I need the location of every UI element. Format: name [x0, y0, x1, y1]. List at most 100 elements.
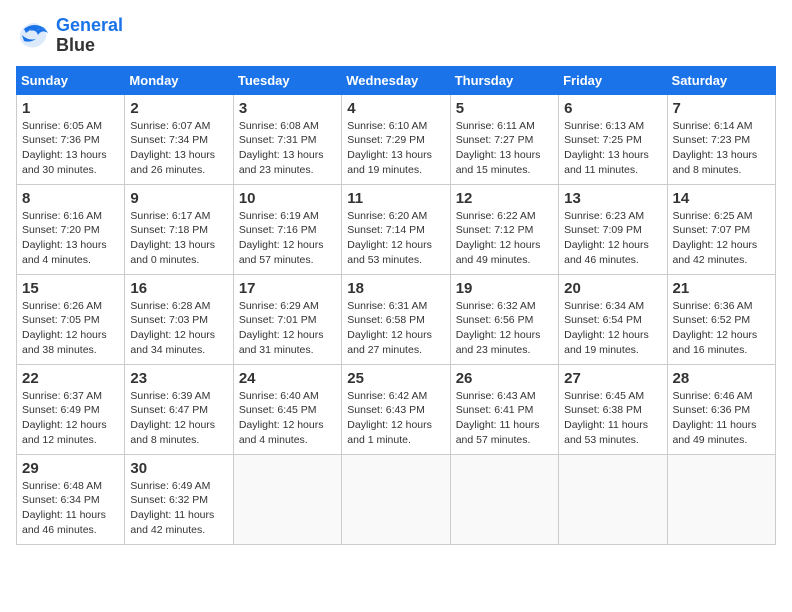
weekday-header-tuesday: Tuesday: [233, 66, 341, 94]
day-info: Sunrise: 6:31 AM Sunset: 6:58 PM Dayligh…: [347, 299, 444, 358]
day-number: 6: [564, 100, 661, 117]
calendar-cell: [667, 454, 775, 544]
day-number: 17: [239, 280, 336, 297]
day-number: 10: [239, 190, 336, 207]
day-number: 22: [22, 370, 119, 387]
day-info: Sunrise: 6:37 AM Sunset: 6:49 PM Dayligh…: [22, 389, 119, 448]
calendar-cell: 26 Sunrise: 6:43 AM Sunset: 6:41 PM Dayli…: [450, 364, 558, 454]
day-info: Sunrise: 6:20 AM Sunset: 7:14 PM Dayligh…: [347, 209, 444, 268]
day-info: Sunrise: 6:23 AM Sunset: 7:09 PM Dayligh…: [564, 209, 661, 268]
day-number: 9: [130, 190, 227, 207]
weekday-header-wednesday: Wednesday: [342, 66, 450, 94]
calendar-cell: 15 Sunrise: 6:26 AM Sunset: 7:05 PM Dayli…: [17, 274, 125, 364]
calendar-cell: 23 Sunrise: 6:39 AM Sunset: 6:47 PM Dayli…: [125, 364, 233, 454]
weekday-header-saturday: Saturday: [667, 66, 775, 94]
calendar-cell: 10 Sunrise: 6:19 AM Sunset: 7:16 PM Dayli…: [233, 184, 341, 274]
weekday-header-monday: Monday: [125, 66, 233, 94]
calendar-table: SundayMondayTuesdayWednesdayThursdayFrid…: [16, 66, 776, 545]
day-info: Sunrise: 6:34 AM Sunset: 6:54 PM Dayligh…: [564, 299, 661, 358]
weekday-header-sunday: Sunday: [17, 66, 125, 94]
logo-name: General Blue: [56, 16, 123, 56]
weekday-header-friday: Friday: [559, 66, 667, 94]
calendar-cell: 19 Sunrise: 6:32 AM Sunset: 6:56 PM Dayli…: [450, 274, 558, 364]
day-info: Sunrise: 6:29 AM Sunset: 7:01 PM Dayligh…: [239, 299, 336, 358]
day-info: Sunrise: 6:10 AM Sunset: 7:29 PM Dayligh…: [347, 119, 444, 178]
day-number: 16: [130, 280, 227, 297]
day-number: 11: [347, 190, 444, 207]
calendar-cell: 25 Sunrise: 6:42 AM Sunset: 6:43 PM Dayli…: [342, 364, 450, 454]
day-info: Sunrise: 6:45 AM Sunset: 6:38 PM Dayligh…: [564, 389, 661, 448]
calendar-cell: 30 Sunrise: 6:49 AM Sunset: 6:32 PM Dayli…: [125, 454, 233, 544]
calendar-cell: 12 Sunrise: 6:22 AM Sunset: 7:12 PM Dayli…: [450, 184, 558, 274]
calendar-cell: 8 Sunrise: 6:16 AM Sunset: 7:20 PM Daylig…: [17, 184, 125, 274]
day-number: 8: [22, 190, 119, 207]
calendar-cell: 3Sunrise: 6:08 AM Sunset: 7:31 PM Daylig…: [233, 94, 341, 184]
calendar-cell: 13 Sunrise: 6:23 AM Sunset: 7:09 PM Dayli…: [559, 184, 667, 274]
day-number: 3: [239, 100, 336, 117]
calendar-cell: 29Sunrise: 6:48 AM Sunset: 6:34 PM Dayli…: [17, 454, 125, 544]
day-info: Sunrise: 6:40 AM Sunset: 6:45 PM Dayligh…: [239, 389, 336, 448]
calendar-cell: 14 Sunrise: 6:25 AM Sunset: 7:07 PM Dayli…: [667, 184, 775, 274]
day-info: Sunrise: 6:36 AM Sunset: 6:52 PM Dayligh…: [673, 299, 770, 358]
day-info: Sunrise: 6:05 AM Sunset: 7:36 PM Dayligh…: [22, 119, 119, 178]
day-number: 14: [673, 190, 770, 207]
day-number: 1: [22, 100, 119, 117]
day-info: Sunrise: 6:19 AM Sunset: 7:16 PM Dayligh…: [239, 209, 336, 268]
calendar-cell: 18 Sunrise: 6:31 AM Sunset: 6:58 PM Dayli…: [342, 274, 450, 364]
day-number: 28: [673, 370, 770, 387]
calendar-cell: [559, 454, 667, 544]
day-info: Sunrise: 6:43 AM Sunset: 6:41 PM Dayligh…: [456, 389, 553, 448]
day-info: Sunrise: 6:46 AM Sunset: 6:36 PM Dayligh…: [673, 389, 770, 448]
weekday-header-thursday: Thursday: [450, 66, 558, 94]
day-number: 20: [564, 280, 661, 297]
day-number: 25: [347, 370, 444, 387]
day-info: Sunrise: 6:17 AM Sunset: 7:18 PM Dayligh…: [130, 209, 227, 268]
calendar-cell: 4 Sunrise: 6:10 AM Sunset: 7:29 PM Daylig…: [342, 94, 450, 184]
day-info: Sunrise: 6:49 AM Sunset: 6:32 PM Dayligh…: [130, 479, 227, 538]
day-info: Sunrise: 6:07 AM Sunset: 7:34 PM Dayligh…: [130, 119, 227, 178]
calendar-cell: 1 Sunrise: 6:05 AM Sunset: 7:36 PM Daylig…: [17, 94, 125, 184]
day-number: 15: [22, 280, 119, 297]
day-info: Sunrise: 6:14 AM Sunset: 7:23 PM Dayligh…: [673, 119, 770, 178]
day-number: 29: [22, 460, 119, 477]
day-number: 21: [673, 280, 770, 297]
calendar-cell: [342, 454, 450, 544]
day-number: 18: [347, 280, 444, 297]
day-info: Sunrise: 6:32 AM Sunset: 6:56 PM Dayligh…: [456, 299, 553, 358]
day-number: 30: [130, 460, 227, 477]
calendar-cell: 21 Sunrise: 6:36 AM Sunset: 6:52 PM Dayli…: [667, 274, 775, 364]
day-info: Sunrise: 6:26 AM Sunset: 7:05 PM Dayligh…: [22, 299, 119, 358]
day-info: Sunrise: 6:16 AM Sunset: 7:20 PM Dayligh…: [22, 209, 119, 268]
day-info: Sunrise: 6:22 AM Sunset: 7:12 PM Dayligh…: [456, 209, 553, 268]
day-info: Sunrise: 6:42 AM Sunset: 6:43 PM Dayligh…: [347, 389, 444, 448]
calendar-cell: 22 Sunrise: 6:37 AM Sunset: 6:49 PM Dayli…: [17, 364, 125, 454]
calendar-cell: 17 Sunrise: 6:29 AM Sunset: 7:01 PM Dayli…: [233, 274, 341, 364]
day-info: Sunrise: 6:13 AM Sunset: 7:25 PM Dayligh…: [564, 119, 661, 178]
day-number: 2: [130, 100, 227, 117]
day-info: Sunrise: 6:28 AM Sunset: 7:03 PM Dayligh…: [130, 299, 227, 358]
calendar-cell: 28 Sunrise: 6:46 AM Sunset: 6:36 PM Dayli…: [667, 364, 775, 454]
day-number: 13: [564, 190, 661, 207]
day-number: 4: [347, 100, 444, 117]
day-info: Sunrise: 6:39 AM Sunset: 6:47 PM Dayligh…: [130, 389, 227, 448]
day-number: 23: [130, 370, 227, 387]
day-number: 5: [456, 100, 553, 117]
calendar-cell: 6 Sunrise: 6:13 AM Sunset: 7:25 PM Daylig…: [559, 94, 667, 184]
day-number: 19: [456, 280, 553, 297]
day-number: 27: [564, 370, 661, 387]
calendar-cell: 24 Sunrise: 6:40 AM Sunset: 6:45 PM Dayli…: [233, 364, 341, 454]
page-header: General Blue: [16, 16, 776, 56]
calendar-cell: 2 Sunrise: 6:07 AM Sunset: 7:34 PM Daylig…: [125, 94, 233, 184]
day-info: Sunrise: 6:25 AM Sunset: 7:07 PM Dayligh…: [673, 209, 770, 268]
day-number: 24: [239, 370, 336, 387]
calendar-cell: 9 Sunrise: 6:17 AM Sunset: 7:18 PM Daylig…: [125, 184, 233, 274]
calendar-cell: [233, 454, 341, 544]
day-info: Sunrise: 6:11 AM Sunset: 7:27 PM Dayligh…: [456, 119, 553, 178]
logo: General Blue: [16, 16, 123, 56]
calendar-cell: 5 Sunrise: 6:11 AM Sunset: 7:27 PM Daylig…: [450, 94, 558, 184]
calendar-cell: 11 Sunrise: 6:20 AM Sunset: 7:14 PM Dayli…: [342, 184, 450, 274]
day-number: 7: [673, 100, 770, 117]
calendar-cell: 20 Sunrise: 6:34 AM Sunset: 6:54 PM Dayli…: [559, 274, 667, 364]
day-number: 12: [456, 190, 553, 207]
day-number: 26: [456, 370, 553, 387]
